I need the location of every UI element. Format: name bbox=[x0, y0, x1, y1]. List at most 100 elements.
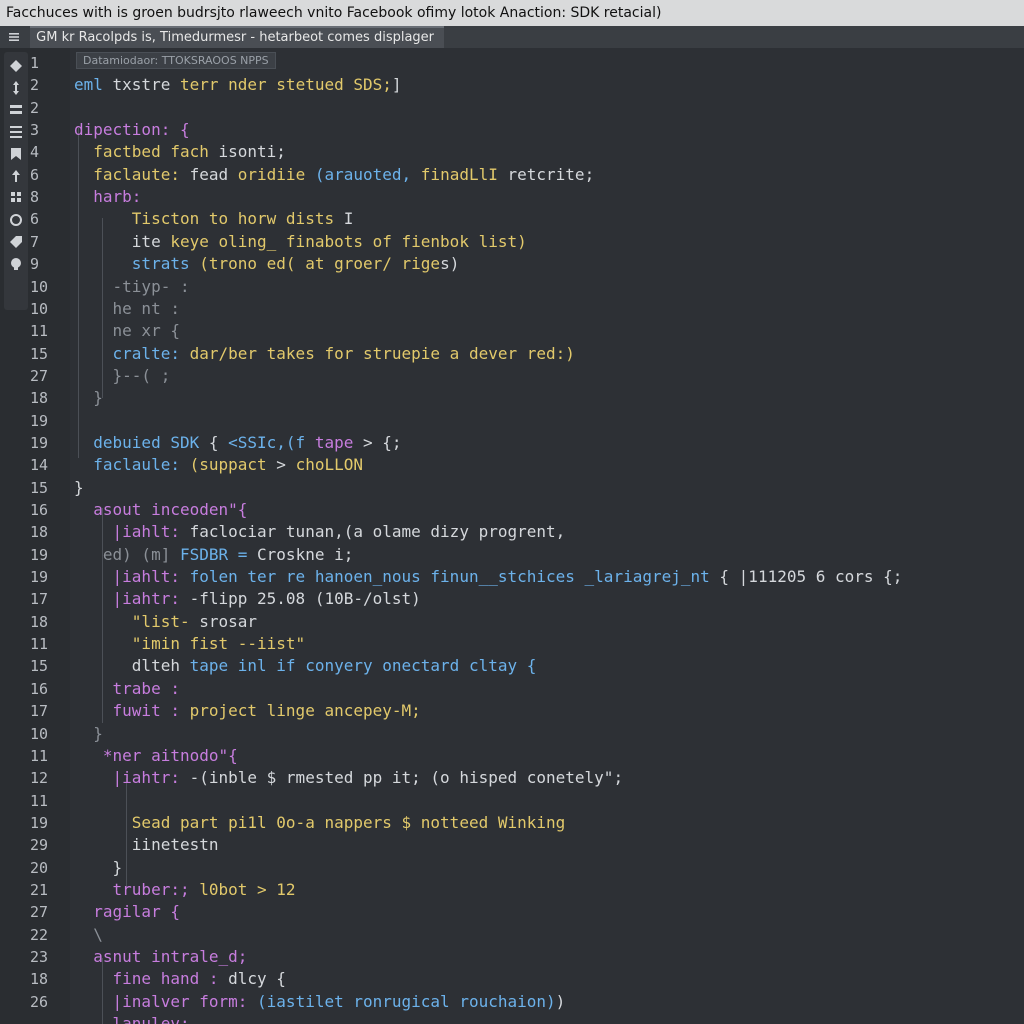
code-line[interactable]: strats (trono ed( at groer/ riges) bbox=[74, 253, 460, 275]
code-line[interactable]: cralte: dar/ber takes for struepie a dev… bbox=[74, 343, 575, 365]
code-token: <SSIc,(f bbox=[228, 432, 315, 452]
line-number: 17 bbox=[30, 702, 49, 721]
arrow-icon[interactable] bbox=[8, 168, 24, 184]
code-token: ne xr { bbox=[74, 321, 180, 341]
code-line[interactable]: } bbox=[74, 857, 123, 879]
line-number: 19 bbox=[30, 568, 49, 587]
tab-active[interactable]: GM kr Racolpds is, Timedurmesr - hetarbe… bbox=[30, 26, 445, 48]
code-line[interactable]: -tiyp- : bbox=[74, 276, 190, 298]
code-line[interactable]: truber:; l0bot > 12 bbox=[74, 879, 296, 901]
code-token: truber:; bbox=[74, 879, 200, 899]
line-number: 22 bbox=[30, 925, 49, 944]
line-number: 11 bbox=[30, 746, 49, 765]
line-number: 4 bbox=[30, 143, 40, 162]
code-token: choLLON bbox=[295, 455, 363, 475]
tag-icon[interactable] bbox=[8, 234, 24, 250]
code-line[interactable]: asnut intrale_d; bbox=[74, 946, 247, 968]
code-line[interactable]: asout inceoden"{ bbox=[74, 499, 247, 521]
code-token: he nt : bbox=[74, 298, 180, 318]
code-token: s) bbox=[440, 254, 460, 274]
code-line[interactable]: ed) (m] FSDBR = Croskne i; bbox=[74, 544, 353, 566]
code-line[interactable]: faclaule: (suppact > choLLON bbox=[74, 454, 363, 476]
code-line[interactable]: dlteh tape inl if conyery onectard cltay… bbox=[74, 655, 537, 677]
code-token: factbed fach bbox=[74, 142, 219, 162]
code-line[interactable]: |iahtr: -(inble $ rmested pp it; (o hisp… bbox=[74, 767, 624, 789]
code-token: -flipp 25.08 (10B-/olst) bbox=[189, 589, 421, 609]
code-line[interactable]: lanulev: bbox=[74, 1013, 190, 1024]
code-line[interactable]: |iahlt: faclociar tunan,(a olame dizy pr… bbox=[74, 521, 566, 543]
code-line[interactable]: } bbox=[74, 723, 103, 745]
line-number: 15 bbox=[30, 344, 49, 363]
code-line[interactable]: ragilar { bbox=[74, 901, 180, 923]
line-number: 11 bbox=[30, 322, 49, 341]
code-line[interactable]: he nt : bbox=[74, 298, 180, 320]
tab-bar: GM kr Racolpds is, Timedurmesr - hetarbe… bbox=[0, 26, 1024, 48]
code-line[interactable]: } bbox=[74, 477, 84, 499]
code-token: ) bbox=[555, 991, 566, 1011]
code-line[interactable]: *ner aitnodo"{ bbox=[74, 745, 238, 767]
code-line[interactable]: } bbox=[74, 387, 103, 409]
code-token: folen ter re hanoen_nous finun__stchices… bbox=[189, 567, 720, 587]
code-token: ed) (m] bbox=[74, 544, 180, 564]
code-line[interactable]: ne xr { bbox=[74, 320, 180, 342]
code-line[interactable]: "list- srosar bbox=[74, 611, 257, 633]
code-line[interactable]: Tiscton to horw dists I bbox=[74, 208, 354, 230]
code-token: debuied SDK bbox=[74, 432, 209, 452]
code-line[interactable]: |iahtr: -flipp 25.08 (10B-/olst) bbox=[74, 588, 421, 610]
code-token: { bbox=[208, 432, 229, 452]
code-line[interactable]: fuwit : project linge ancepey-M; bbox=[74, 700, 421, 722]
code-line[interactable]: debuied SDK { <SSIc,(f tape > {; bbox=[74, 432, 401, 454]
code-token: dlteh bbox=[74, 656, 190, 676]
code-token: isonti; bbox=[218, 142, 286, 162]
code-line[interactable]: |iahlt: folen ter re hanoen_nous finun__… bbox=[74, 566, 903, 588]
code-line[interactable]: faclaute: fead oridiie (arauoted, finadL… bbox=[74, 164, 594, 186]
menu-icon[interactable] bbox=[8, 31, 20, 43]
code-editor[interactable]: Datamiodaor: TTOKSRAOOS NPPS eml txstre … bbox=[70, 48, 1024, 1024]
code-token: > bbox=[276, 455, 296, 475]
circle-icon[interactable] bbox=[8, 212, 24, 228]
stack-icon[interactable] bbox=[8, 102, 24, 118]
code-token: "list- bbox=[74, 611, 200, 631]
code-line[interactable]: fine hand : dlcy { bbox=[74, 968, 286, 990]
code-token: l0bot > 12 bbox=[199, 879, 296, 899]
code-line[interactable]: trabe : bbox=[74, 678, 180, 700]
code-line[interactable]: dipection: { bbox=[74, 119, 190, 141]
code-line[interactable]: }--( ; bbox=[74, 365, 171, 387]
code-line[interactable]: harb: bbox=[74, 186, 141, 208]
line-number: 11 bbox=[30, 635, 49, 654]
code-token: |111205 6 cors {; bbox=[738, 567, 903, 587]
code-token: -tiyp- : bbox=[74, 276, 190, 296]
code-line[interactable]: "imin fist --iist" bbox=[74, 633, 305, 655]
line-number: 18 bbox=[30, 389, 49, 408]
code-line[interactable]: \ bbox=[74, 924, 103, 946]
line-number: 23 bbox=[30, 948, 49, 966]
code-token: (suppact bbox=[189, 455, 277, 475]
code-token: trabe : bbox=[74, 678, 180, 698]
code-token: oridiie bbox=[237, 164, 315, 184]
diamond-icon[interactable] bbox=[8, 58, 24, 74]
code-line[interactable]: Sead part pi1l 0o-a nappers $ notteed Wi… bbox=[74, 812, 565, 834]
code-line[interactable]: |inalver form: (iastilet ronrugical rouc… bbox=[74, 991, 566, 1013]
line-number: 2 bbox=[30, 76, 40, 95]
code-token: tape inl if conyery onectard cltay { bbox=[189, 656, 537, 676]
line-number: 16 bbox=[30, 501, 49, 519]
code-token: |iahlt: bbox=[74, 567, 190, 587]
code-token: asout inceoden"{ bbox=[74, 500, 248, 519]
bookmark-icon[interactable] bbox=[8, 146, 24, 162]
code-token: |inalver form: bbox=[74, 991, 258, 1011]
bars-icon[interactable] bbox=[8, 124, 24, 140]
grid-icon[interactable] bbox=[8, 190, 24, 206]
code-token: txstre bbox=[112, 75, 180, 95]
line-number: 15 bbox=[30, 657, 49, 676]
line-number: 1 bbox=[30, 54, 40, 72]
code-line[interactable]: iinetestn bbox=[74, 834, 219, 856]
line-number: 14 bbox=[30, 456, 49, 475]
code-line[interactable]: ite keye oling_ finabots of fienbok list… bbox=[74, 231, 527, 253]
bulb-icon[interactable] bbox=[8, 256, 24, 272]
code-token: |iahlt: bbox=[74, 522, 190, 542]
code-line[interactable]: eml txstre terr nder stetued SDS;] bbox=[74, 74, 402, 96]
move-icon[interactable] bbox=[8, 80, 24, 96]
code-line[interactable]: factbed fach isonti; bbox=[74, 141, 286, 163]
code-token: dar/ber takes for struepie a dever red:) bbox=[189, 343, 575, 363]
code-token: }--( ; bbox=[74, 365, 171, 385]
